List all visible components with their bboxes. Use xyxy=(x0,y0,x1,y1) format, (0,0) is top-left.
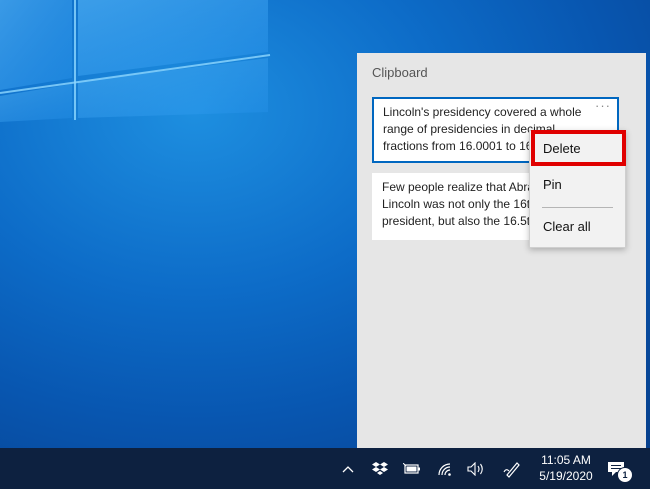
pen-icon[interactable] xyxy=(500,448,524,489)
dropbox-icon[interactable] xyxy=(369,448,391,489)
clock-time: 11:05 AM xyxy=(541,453,591,467)
taskbar: 11:05 AM 5/19/2020 xyxy=(0,448,650,489)
menu-item-clear-all[interactable]: Clear all xyxy=(543,219,591,234)
clipboard-panel: Clipboard Lincoln's presidency covered a… xyxy=(357,53,646,449)
menu-divider xyxy=(542,207,613,208)
delete-highlight-box xyxy=(531,130,626,166)
clipboard-item-line: Lincoln's presidency covered a whole xyxy=(383,105,582,119)
volume-icon[interactable] xyxy=(465,448,487,489)
windows-logo-wallpaper xyxy=(0,0,271,122)
chevron-up-icon[interactable] xyxy=(338,448,358,489)
clock-date: 5/19/2020 xyxy=(539,469,593,483)
wifi-icon[interactable] xyxy=(434,448,456,489)
more-options-icon[interactable]: ··· xyxy=(595,99,611,114)
clipboard-title: Clipboard xyxy=(372,65,428,80)
battery-icon[interactable] xyxy=(401,448,423,489)
notification-count-badge: 1 xyxy=(617,467,633,483)
taskbar-clock[interactable]: 11:05 AM 5/19/2020 xyxy=(530,452,602,484)
menu-item-pin[interactable]: Pin xyxy=(543,177,562,192)
